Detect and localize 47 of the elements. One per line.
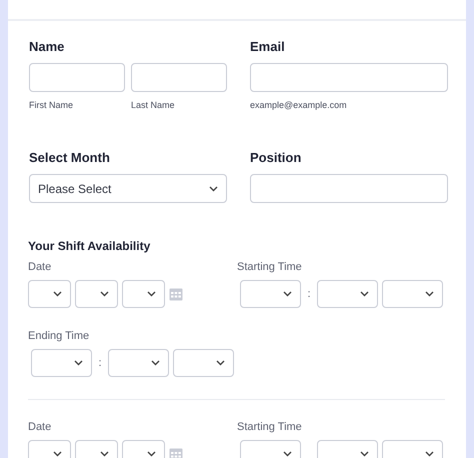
- chevron-icon: [147, 451, 156, 457]
- chevron-icon: [53, 291, 62, 297]
- field-label: Ending Time: [28, 330, 90, 342]
- chevron-icon: [360, 451, 369, 457]
- chevron-icon: [425, 291, 434, 297]
- chevron-icon: [74, 360, 83, 366]
- input-field[interactable]: [29, 63, 125, 92]
- chevron-icon: [53, 451, 62, 457]
- chevron-icon: [100, 291, 109, 297]
- date-dropdown[interactable]: [75, 280, 118, 308]
- field-label: Starting Time: [237, 261, 302, 273]
- minute-dropdown[interactable]: [317, 280, 378, 308]
- field-sublabel: example@example.com: [250, 100, 347, 110]
- position-field[interactable]: [250, 174, 448, 203]
- ampm-dropdown[interactable]: [382, 280, 443, 308]
- chevron-icon: [147, 291, 156, 297]
- field-sublabel: Last Name: [131, 100, 175, 110]
- field-label: Starting Time: [237, 421, 302, 433]
- hour-dropdown[interactable]: [31, 349, 92, 377]
- field-label: Date: [28, 261, 52, 273]
- chevron-icon: [283, 451, 292, 457]
- date-dropdown[interactable]: [122, 280, 165, 308]
- minute-dropdown[interactable]: [108, 349, 169, 377]
- month-dropdown[interactable]: Please Select: [29, 174, 227, 203]
- time-separator: :: [97, 357, 103, 369]
- time-separator: :: [306, 288, 312, 300]
- chevron-icon: [209, 186, 218, 192]
- field-label: Select Month: [29, 150, 110, 165]
- chevron-icon: [425, 451, 434, 457]
- field-sublabel: First Name: [29, 100, 74, 110]
- input-field[interactable]: [131, 63, 227, 92]
- email-field[interactable]: [250, 63, 448, 92]
- section-title: Your Shift Availability: [28, 239, 152, 253]
- chevron-icon: [283, 291, 292, 297]
- field-label: Position: [250, 150, 302, 165]
- calendar-icon[interactable]: [169, 447, 183, 458]
- date-dropdown[interactable]: [28, 280, 71, 308]
- chevron-icon: [360, 291, 369, 297]
- field-label: Date: [28, 421, 52, 433]
- chevron-icon: [151, 360, 160, 366]
- ampm-dropdown[interactable]: [173, 349, 234, 377]
- chevron-icon: [216, 360, 225, 366]
- field-label: Name: [29, 39, 64, 54]
- calendar-icon[interactable]: [169, 287, 183, 301]
- field-label: Email: [250, 39, 285, 54]
- chevron-icon: [100, 451, 109, 457]
- hour-dropdown[interactable]: [240, 280, 301, 308]
